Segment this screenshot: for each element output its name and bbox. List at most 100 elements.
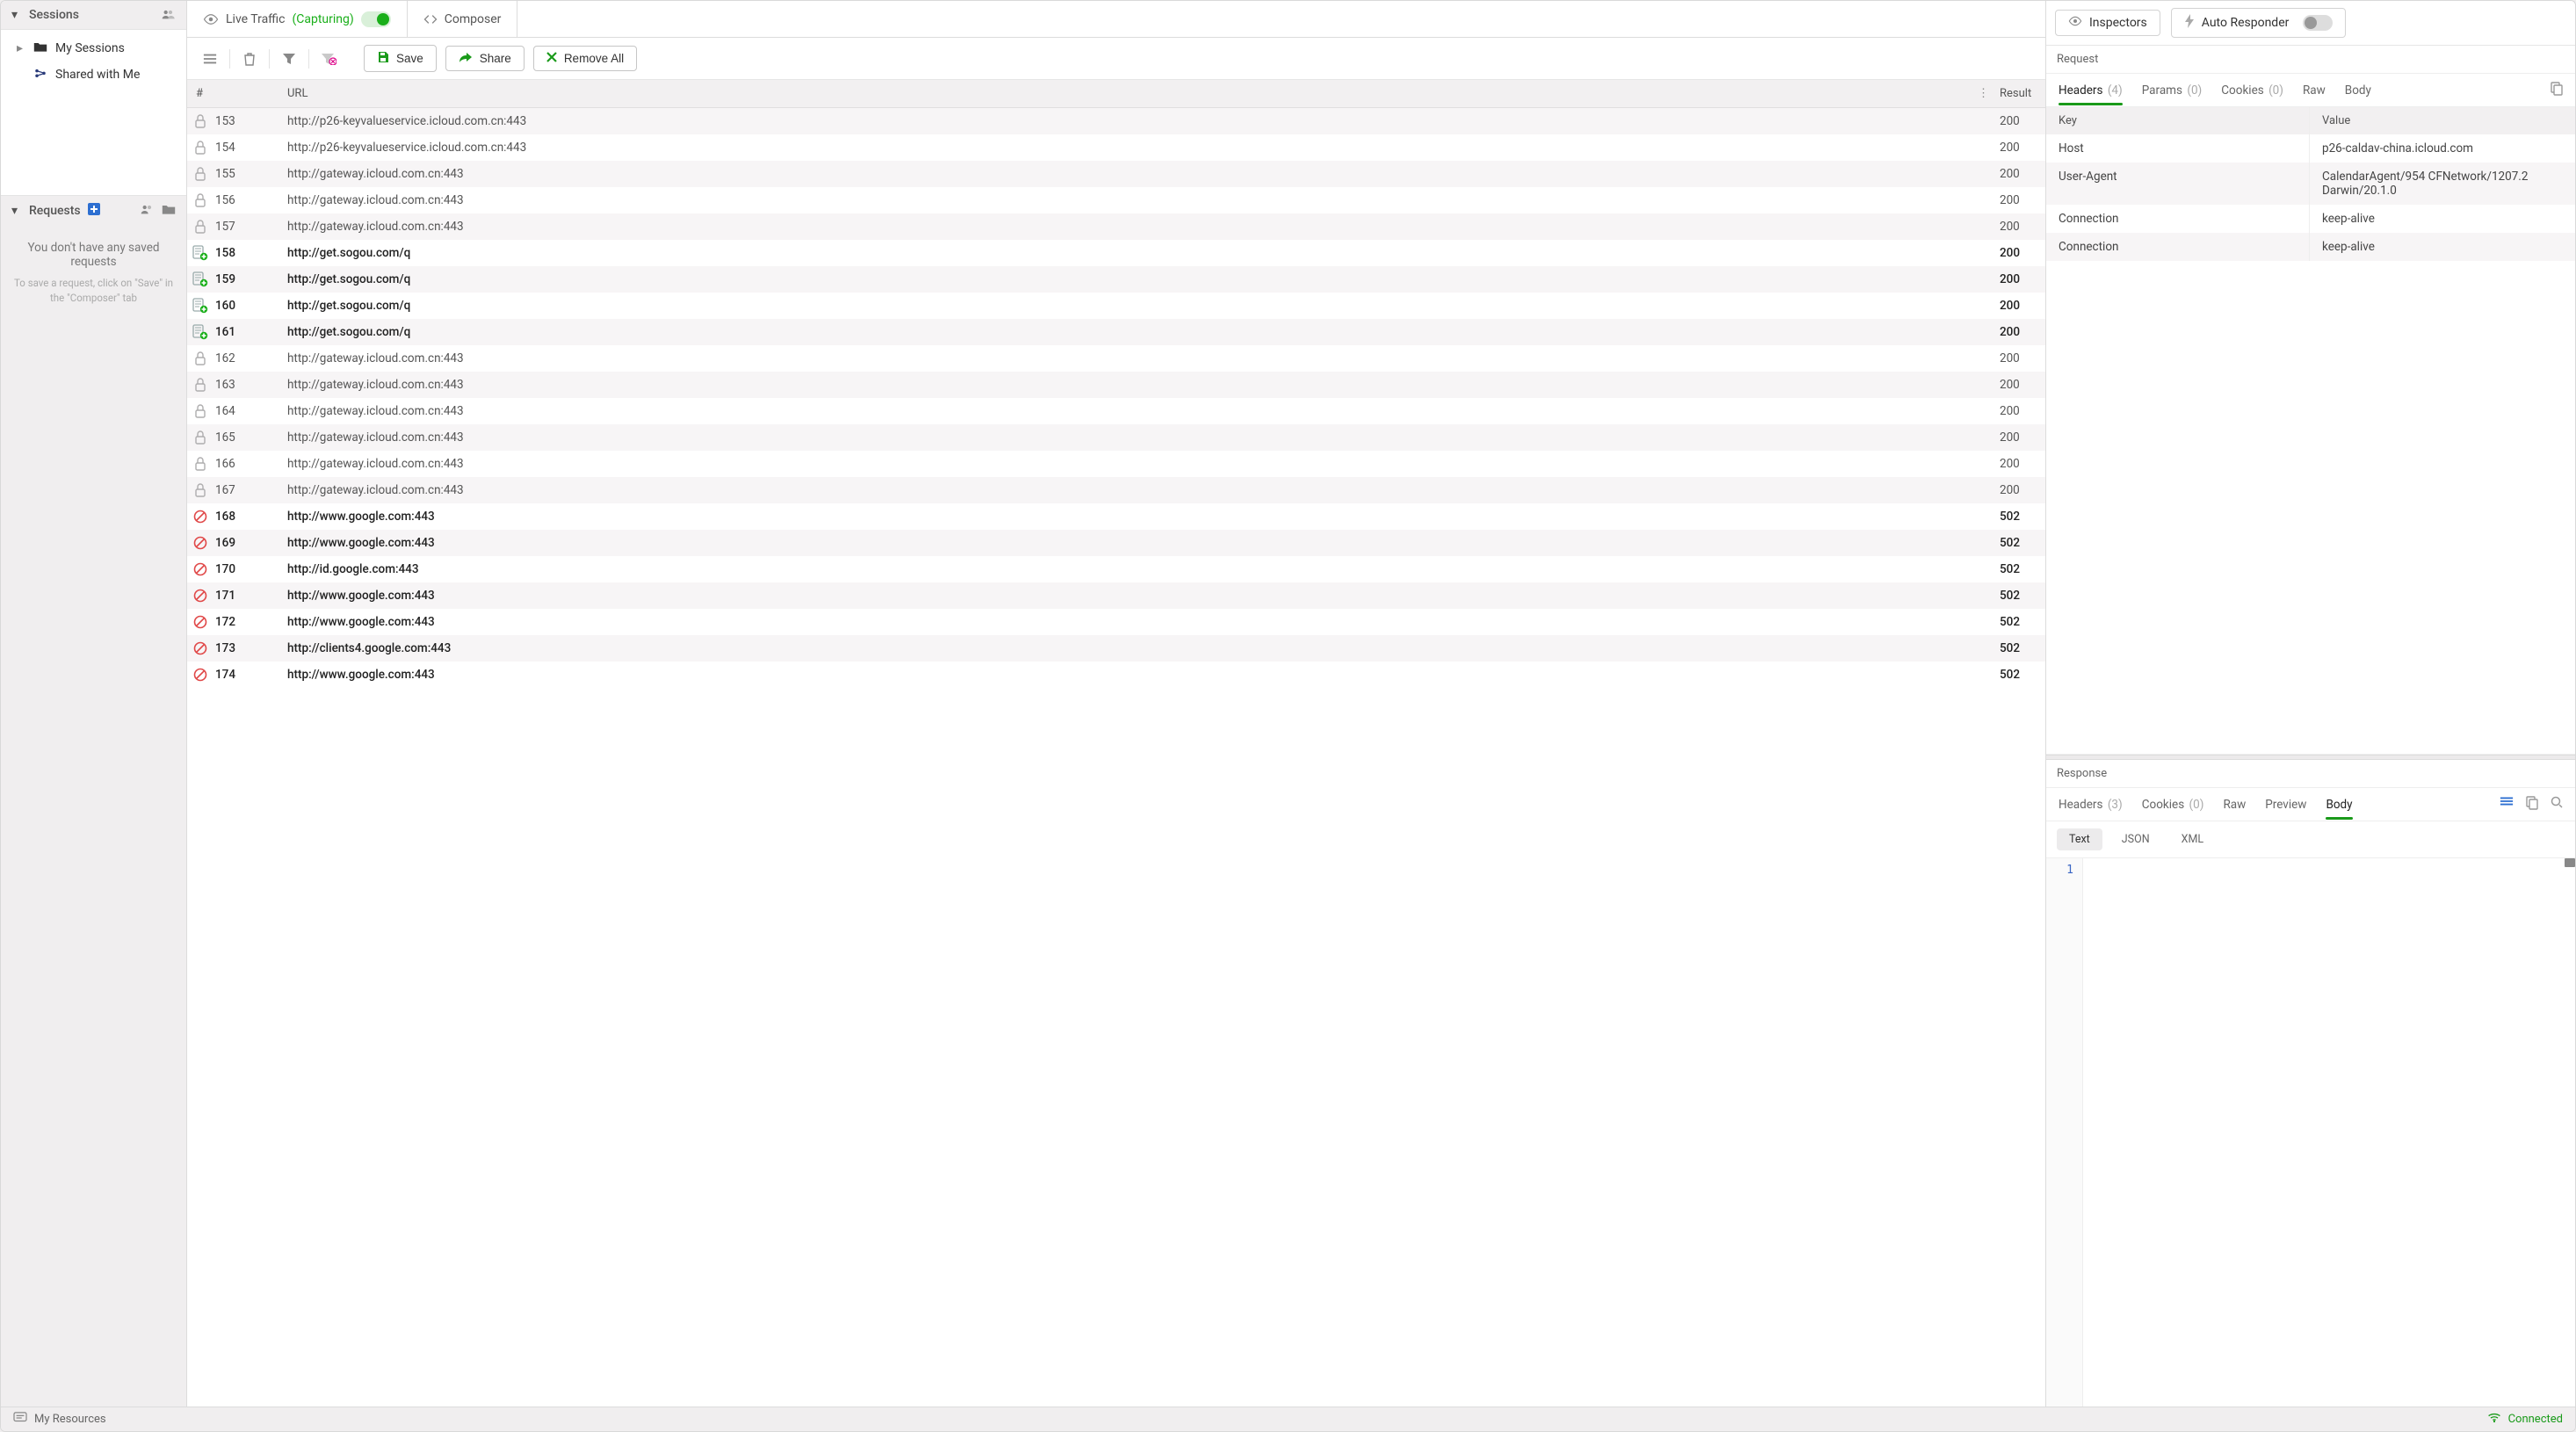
- header-row[interactable]: Hostp26-caldav-china.icloud.com: [2046, 134, 2575, 163]
- traffic-row[interactable]: 167http://gateway.icloud.com.cn:443200: [187, 477, 2045, 503]
- traffic-row[interactable]: 161http://get.sogou.com/q200: [187, 319, 2045, 345]
- row-result: 200: [2000, 193, 2045, 207]
- chat-icon[interactable]: [13, 1412, 27, 1428]
- traffic-row[interactable]: 157http://gateway.icloud.com.cn:443200: [187, 213, 2045, 240]
- traffic-row[interactable]: 162http://gateway.icloud.com.cn:443200: [187, 345, 2045, 372]
- header-row[interactable]: Connectionkeep-alive: [2046, 233, 2575, 261]
- traffic-row[interactable]: 159http://get.sogou.com/q200: [187, 266, 2045, 293]
- row-result: 200: [2000, 325, 2045, 339]
- session-item-shared[interactable]: Shared with Me: [1, 61, 186, 88]
- traffic-row[interactable]: 154http://p26-keyvalueservice.icloud.com…: [187, 134, 2045, 161]
- share-button[interactable]: Share: [445, 46, 525, 71]
- folder-add-icon[interactable]: [162, 203, 176, 218]
- traffic-row[interactable]: 174http://www.google.com:443502: [187, 662, 2045, 688]
- traffic-row[interactable]: 164http://gateway.icloud.com.cn:443200: [187, 398, 2045, 424]
- resp-tab-body[interactable]: Body: [2326, 791, 2352, 819]
- tab-composer[interactable]: Composer: [408, 1, 518, 37]
- session-item-my-sessions[interactable]: ▸ My Sessions: [1, 35, 186, 61]
- row-status-icon: [187, 536, 213, 550]
- row-url: http://get.sogou.com/q: [282, 272, 2000, 286]
- row-result: 200: [2000, 167, 2045, 181]
- row-result: 200: [2000, 457, 2045, 471]
- row-url: http://gateway.icloud.com.cn:443: [282, 351, 2000, 365]
- requests-panel-header[interactable]: ▾ Requests: [1, 196, 186, 225]
- traffic-row[interactable]: 163http://gateway.icloud.com.cn:443200: [187, 372, 2045, 398]
- trash-icon[interactable]: [239, 48, 260, 69]
- req-tab-headers[interactable]: Headers (4): [2059, 76, 2123, 105]
- stream-icon[interactable]: [199, 48, 221, 69]
- wrap-icon[interactable]: [2500, 796, 2514, 814]
- row-url: http://clients4.google.com:443: [282, 641, 2000, 655]
- tab-auto-responder[interactable]: Auto Responder: [2171, 8, 2347, 38]
- row-result: 200: [2000, 378, 2045, 392]
- tab-live-traffic[interactable]: Live Traffic (Capturing): [187, 1, 408, 37]
- traffic-row[interactable]: 166http://gateway.icloud.com.cn:443200: [187, 451, 2045, 477]
- format-text[interactable]: Text: [2057, 828, 2102, 850]
- resp-tab-preview[interactable]: Preview: [2265, 791, 2306, 819]
- users-icon[interactable]: [162, 9, 176, 22]
- filter-clear-icon[interactable]: [318, 48, 339, 69]
- chevron-down-icon: ▾: [11, 8, 24, 22]
- resp-tab-raw[interactable]: Raw: [2223, 791, 2246, 819]
- header-row[interactable]: User-AgentCalendarAgent/954 CFNetwork/12…: [2046, 163, 2575, 205]
- tab-inspectors[interactable]: Inspectors: [2055, 10, 2160, 36]
- row-status-icon: [187, 167, 213, 181]
- copy-icon[interactable]: [2551, 82, 2563, 99]
- column-menu-icon[interactable]: ⋮: [1978, 87, 1991, 100]
- traffic-row[interactable]: 172http://www.google.com:443502: [187, 609, 2045, 635]
- row-status-icon: [187, 510, 213, 524]
- traffic-row[interactable]: 170http://id.google.com:443502: [187, 556, 2045, 582]
- req-tab-raw[interactable]: Raw: [2303, 76, 2326, 105]
- row-status-icon: [187, 589, 213, 603]
- traffic-row[interactable]: 160http://get.sogou.com/q200: [187, 293, 2045, 319]
- row-result: 200: [2000, 114, 2045, 128]
- sessions-panel-header[interactable]: ▾ Sessions: [1, 1, 186, 29]
- search-icon[interactable]: [2551, 796, 2563, 814]
- row-status-icon: [187, 457, 213, 471]
- format-json[interactable]: JSON: [2109, 828, 2162, 850]
- save-button[interactable]: Save: [364, 45, 437, 72]
- traffic-row[interactable]: 158http://get.sogou.com/q200: [187, 240, 2045, 266]
- row-number: 171: [213, 589, 282, 603]
- traffic-row[interactable]: 169http://www.google.com:443502: [187, 530, 2045, 556]
- row-status-icon: [187, 404, 213, 418]
- row-result: 502: [2000, 615, 2045, 629]
- traffic-row[interactable]: 171http://www.google.com:443502: [187, 582, 2045, 609]
- traffic-row[interactable]: 165http://gateway.icloud.com.cn:443200: [187, 424, 2045, 451]
- filter-icon[interactable]: [279, 48, 300, 69]
- col-header-hash[interactable]: #: [187, 87, 282, 100]
- resp-tab-cookies[interactable]: Cookies (0): [2142, 791, 2204, 819]
- copy-icon[interactable]: [2526, 796, 2538, 814]
- row-number: 158: [213, 246, 282, 260]
- req-tab-body[interactable]: Body: [2345, 76, 2371, 105]
- row-result: 200: [2000, 272, 2045, 286]
- header-row[interactable]: Connectionkeep-alive: [2046, 205, 2575, 233]
- traffic-row[interactable]: 155http://gateway.icloud.com.cn:443200: [187, 161, 2045, 187]
- req-tab-cookies[interactable]: Cookies (0): [2221, 76, 2283, 105]
- users-icon[interactable]: [141, 204, 155, 217]
- header-key: User-Agent: [2046, 163, 2310, 205]
- traffic-grid-header: # URL ⋮ Result: [187, 80, 2045, 108]
- format-xml[interactable]: XML: [2169, 828, 2216, 850]
- auto-responder-toggle[interactable]: [2303, 15, 2333, 31]
- remove-all-button[interactable]: Remove All: [533, 46, 637, 71]
- traffic-row[interactable]: 153http://p26-keyvalueservice.icloud.com…: [187, 108, 2045, 134]
- resp-tab-headers[interactable]: Headers (3): [2059, 791, 2123, 819]
- traffic-row[interactable]: 156http://gateway.icloud.com.cn:443200: [187, 187, 2045, 213]
- add-icon[interactable]: [88, 203, 100, 218]
- row-result: 502: [2000, 536, 2045, 550]
- req-tab-params[interactable]: Params (0): [2142, 76, 2203, 105]
- row-status-icon: [187, 324, 213, 340]
- status-resources[interactable]: My Resources: [34, 1413, 106, 1426]
- capture-toggle[interactable]: [361, 11, 391, 27]
- col-header-result[interactable]: Result: [2000, 87, 2045, 100]
- response-body-viewer[interactable]: [2083, 858, 2575, 1407]
- chevron-down-icon: ▾: [11, 204, 24, 218]
- traffic-row[interactable]: 173http://clients4.google.com:443502: [187, 635, 2045, 662]
- traffic-row[interactable]: 168http://www.google.com:443502: [187, 503, 2045, 530]
- status-connected: Connected: [2508, 1413, 2563, 1426]
- col-header-url[interactable]: URL ⋮: [282, 87, 2000, 100]
- eye-icon: [2068, 16, 2082, 30]
- row-result: 502: [2000, 641, 2045, 655]
- session-item-label: Shared with Me: [55, 68, 140, 82]
